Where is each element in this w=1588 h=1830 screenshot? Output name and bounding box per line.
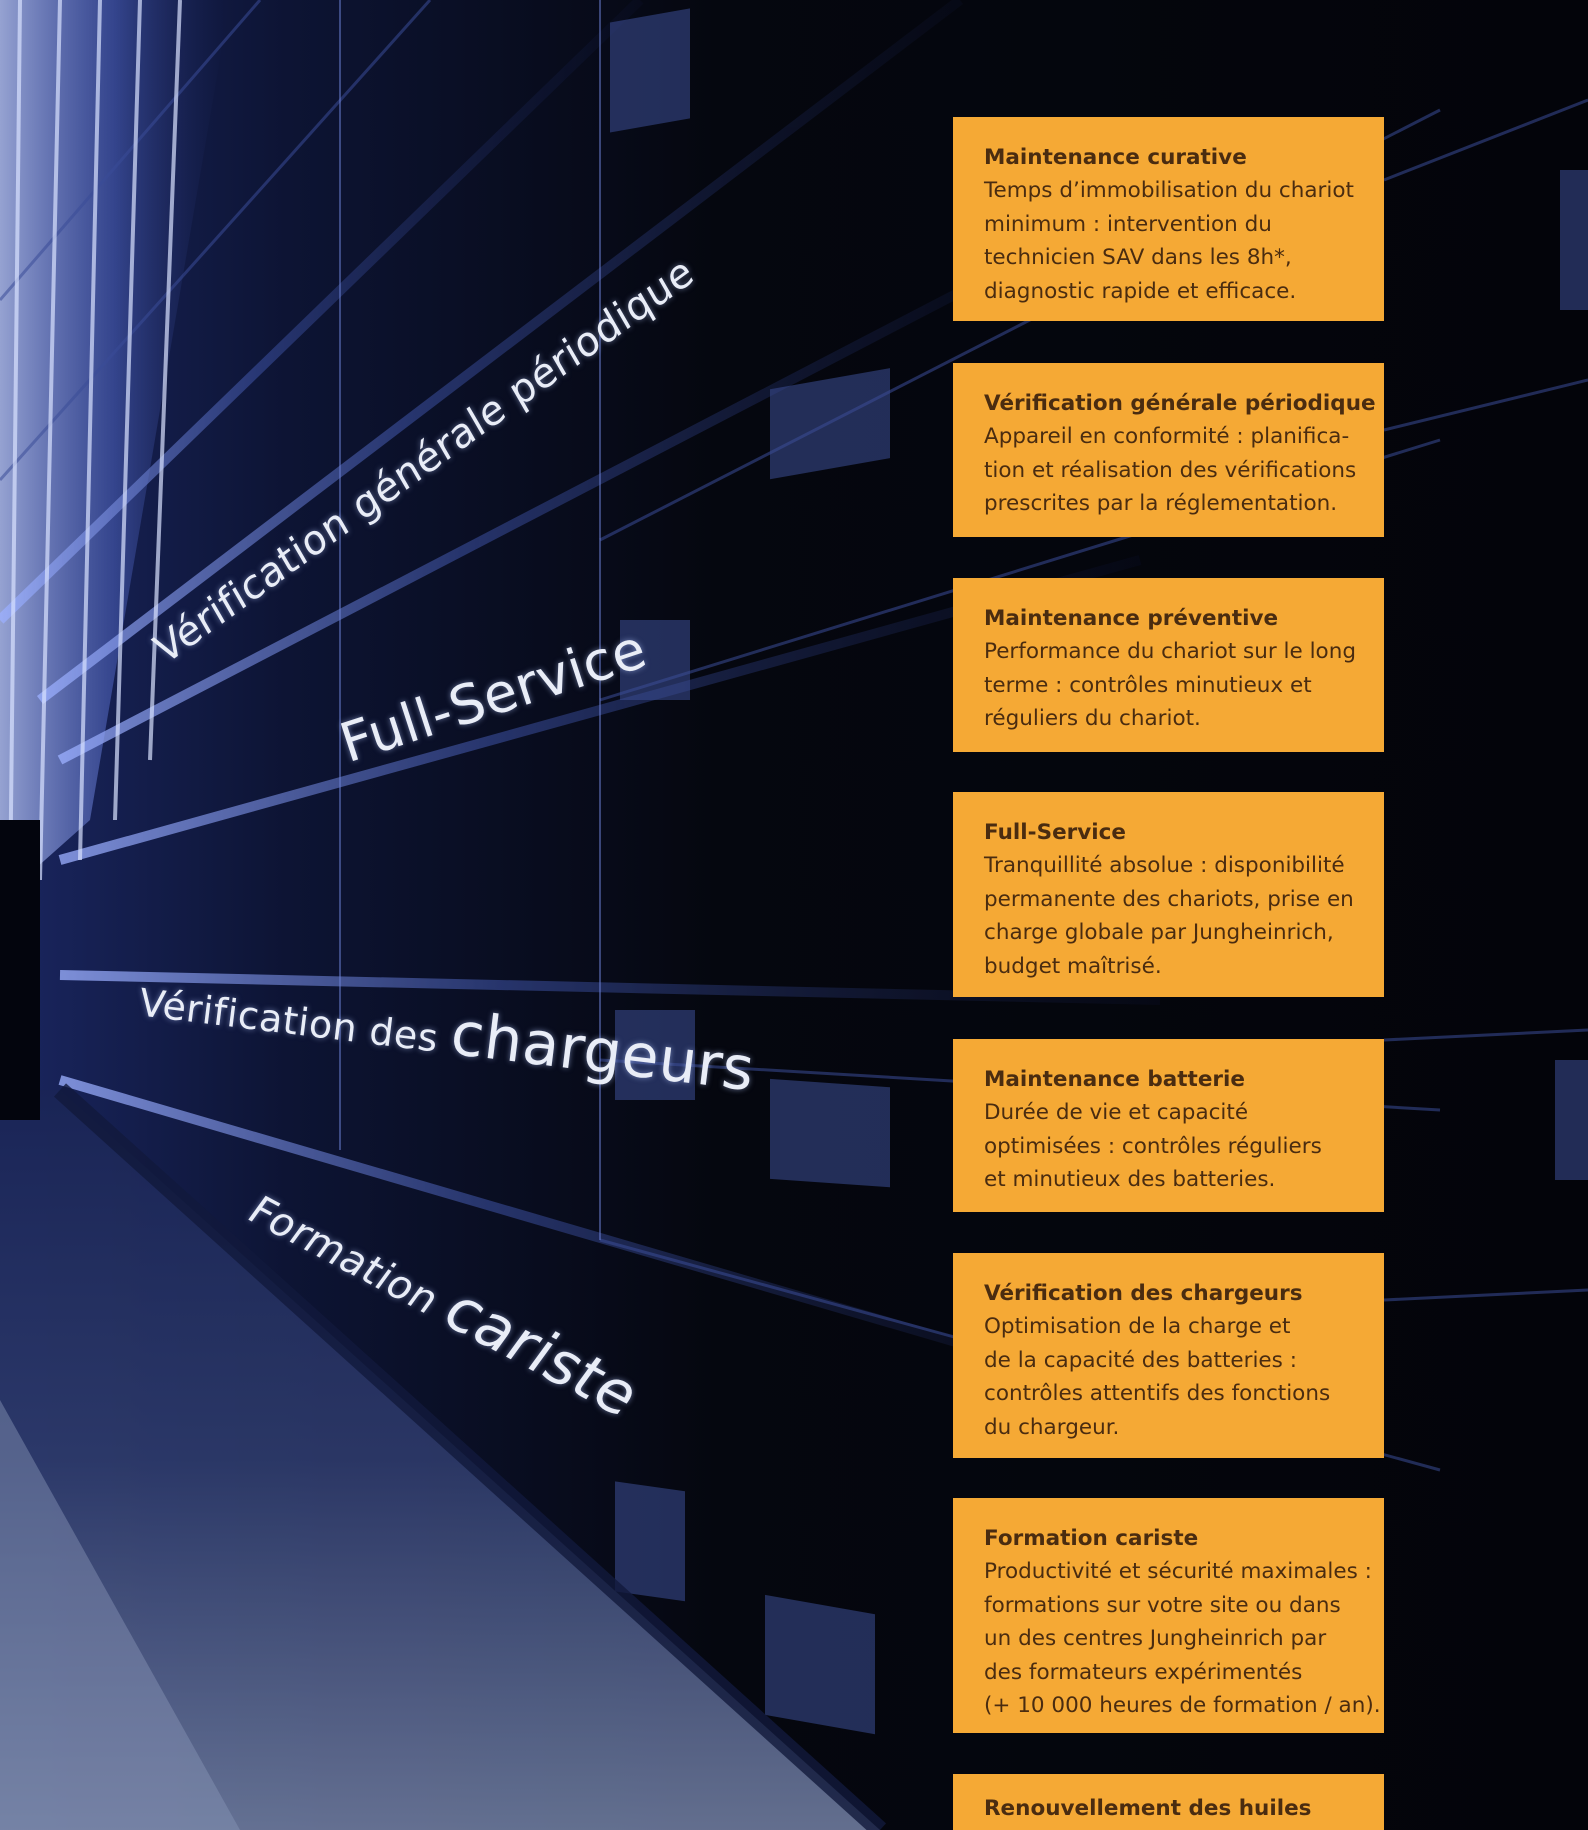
card-line: réguliers du chariot. (984, 706, 1201, 731)
card-title: Maintenance préventive (984, 606, 1279, 631)
card-line: Durée de vie et capacité (984, 1100, 1249, 1125)
card-line: Tranquillité absolue : disponibilité (984, 853, 1345, 878)
card-maintenance-batterie: Maintenance batterie Durée de vie et cap… (953, 1039, 1384, 1212)
card-line: formations sur votre site ou dans (984, 1592, 1341, 1618)
card-line: prescrites par la réglementation. (984, 491, 1338, 516)
card-line: Optimisation de la charge et (984, 1314, 1291, 1339)
card-title: Vérification des chargeurs (984, 1281, 1303, 1306)
card-line: des formateurs expérimentés (984, 1659, 1303, 1685)
card-line: Appareil en conformité : planifica- (984, 424, 1350, 449)
card-line: et minutieux des batteries. (984, 1167, 1276, 1192)
card-line: tion et réalisation des vérifications (984, 457, 1357, 483)
card-title: Full-Service (984, 820, 1126, 845)
card-body: Optimisation de la charge et de la capac… (984, 1310, 1362, 1444)
card-line: terme : contrôles minutieux et (984, 672, 1312, 698)
card-line: du chargeur. (984, 1414, 1120, 1440)
card-title: Formation cariste (984, 1526, 1199, 1551)
card-line: permanente des chariots, prise en (984, 886, 1354, 912)
card-line: optimisées : contrôles réguliers (984, 1133, 1322, 1159)
card-body: Durée de vie et capacité optimisées : co… (984, 1096, 1362, 1197)
card-line: (+ 10 000 heures de formation / an). (984, 1693, 1381, 1718)
card-line: minimum : intervention du (984, 211, 1272, 237)
card-verification-chargeurs: Vérification des chargeurs Optimisation … (953, 1253, 1384, 1458)
card-body: Performance du chariot sur le long terme… (984, 635, 1362, 736)
card-maintenance-preventive: Maintenance préventive Performance du ch… (953, 578, 1384, 752)
card-formation-cariste: Formation cariste Productivité et sécuri… (953, 1498, 1384, 1733)
card-line: un des centres Jungheinrich par (984, 1626, 1327, 1651)
card-line: Productivité et sécurité maximales : (984, 1559, 1372, 1584)
card-body: Temps d’immobilisation du chariot minimu… (984, 174, 1362, 308)
card-title: Maintenance curative (984, 145, 1247, 170)
card-line: budget maîtrisé. (984, 953, 1162, 979)
card-line: diagnostic rapide et efficace. (984, 278, 1297, 304)
card-body: Appareil en conformité : planifica- tion… (984, 420, 1362, 521)
card-verification-generale-periodique: Vérification générale périodique Apparei… (953, 363, 1384, 537)
card-line: charge globale par Jungheinrich, (984, 920, 1334, 945)
card-title: Renouvellement des huiles (984, 1796, 1312, 1821)
card-title: Maintenance batterie (984, 1067, 1245, 1092)
card-line: Temps d’immobilisation du chariot (984, 178, 1354, 203)
card-body: Tranquillité absolue : disponibilité per… (984, 849, 1362, 983)
card-maintenance-curative: Maintenance curative Temps d’immobilisat… (953, 117, 1384, 321)
card-title: Vérification générale périodique (984, 391, 1376, 416)
card-line: contrôles attentifs des fonctions (984, 1381, 1331, 1406)
card-renouvellement-huiles: Renouvellement des huiles (953, 1774, 1384, 1830)
card-line: technicien SAV dans les 8h*, (984, 245, 1292, 270)
card-line: Performance du chariot sur le long (984, 639, 1356, 664)
card-line: de la capacité des batteries : (984, 1347, 1297, 1373)
card-full-service: Full-Service Tranquillité absolue : disp… (953, 792, 1384, 997)
card-body: Productivité et sécurité maximales : for… (984, 1555, 1381, 1723)
